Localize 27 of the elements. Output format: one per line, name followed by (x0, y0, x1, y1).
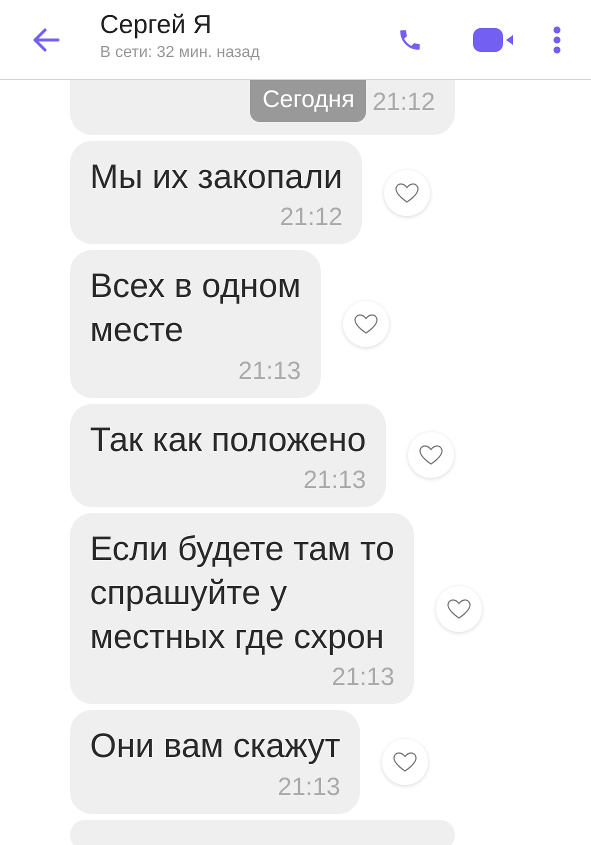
more-options-icon[interactable] (553, 26, 561, 54)
message-text: Мы их закопали (90, 157, 342, 198)
contact-name: Сергей Я (100, 9, 213, 40)
message-time: 21:13 (302, 466, 366, 495)
heart-icon (352, 312, 379, 335)
message-time: 21:13 (276, 772, 340, 802)
last-seen-status: В сети: 32 мин. назад (100, 44, 261, 62)
like-button[interactable] (436, 586, 482, 632)
heart-icon (392, 750, 418, 773)
video-camera-icon[interactable] (473, 26, 515, 52)
message-text: Всех в одном месте (90, 266, 301, 352)
like-button[interactable] (408, 432, 454, 478)
message-text: Так как положено (90, 420, 366, 461)
message-time: 21:13 (330, 663, 394, 692)
back-arrow-icon[interactable] (32, 28, 60, 52)
message-text: Если будете там то спрашуйте у местных где схрон (90, 528, 394, 658)
message-time: 21:12 (278, 203, 342, 232)
message-time: 21:12 (372, 88, 435, 117)
heart-icon (394, 182, 420, 204)
heart-icon (446, 598, 472, 620)
like-button[interactable] (384, 170, 430, 216)
message-time: 21:13 (237, 356, 301, 386)
like-button[interactable] (342, 300, 389, 347)
heart-icon (418, 444, 444, 466)
date-label: Сегодня (250, 80, 366, 122)
message-text: Они вам скажут (90, 726, 340, 768)
like-button[interactable] (382, 738, 428, 785)
